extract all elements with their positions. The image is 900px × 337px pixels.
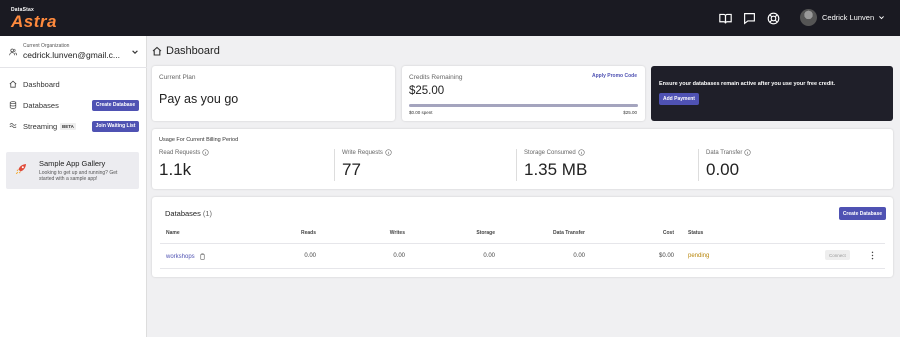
column-header-status[interactable]: Status	[688, 230, 703, 236]
usage-card: Usage For Current Billing Period Read Re…	[152, 129, 893, 189]
metric-read-requests: Read Requests 1.1k	[152, 149, 334, 181]
chevron-down-icon	[132, 50, 138, 54]
database-name-link[interactable]: workshops	[166, 254, 195, 260]
database-name-cell: workshops	[166, 253, 206, 260]
copy-icon[interactable]	[199, 253, 206, 260]
metric-value: 77	[342, 160, 361, 179]
metric-label-text: Write Requests	[342, 149, 383, 156]
chat-icon[interactable]	[737, 6, 761, 30]
home-icon	[152, 46, 162, 56]
sidebar: Current Organization cedrick.lunven@gmai…	[0, 36, 147, 337]
info-icon[interactable]	[744, 149, 751, 156]
cost-cell: $0.00	[658, 253, 674, 259]
metric-label: Write Requests	[342, 149, 392, 156]
column-header-data-transfer[interactable]: Data Transfer	[553, 230, 585, 236]
metric-label: Storage Consumed	[524, 149, 585, 156]
connect-button[interactable]: Connect	[825, 250, 850, 260]
database-icon	[9, 101, 17, 109]
sidebar-item-label: Dashboard	[23, 79, 60, 89]
credits-progress-fill	[409, 104, 638, 107]
sidebar-item-label: Databases	[23, 100, 59, 110]
metric-label: Data Transfer	[706, 149, 751, 156]
databases-card: Databases (1) Create Database Name Reads …	[152, 197, 893, 277]
column-header-writes[interactable]: Writes	[390, 230, 405, 236]
reads-cell: 0.00	[304, 253, 316, 259]
more-options-icon[interactable]	[870, 251, 875, 260]
status-cell: pending	[688, 253, 710, 259]
credits-spent: $0.00 spent	[409, 110, 433, 115]
metric-label-text: Read Requests	[159, 149, 201, 156]
sample-app-gallery[interactable]: Sample App Gallery Looking to get up and…	[6, 152, 139, 189]
info-icon[interactable]	[385, 149, 392, 156]
current-plan-value: Pay as you go	[159, 92, 239, 106]
beta-badge: BETA	[60, 122, 76, 130]
users-icon	[9, 48, 17, 56]
metric-label-text: Storage Consumed	[524, 149, 576, 156]
metric-label-text: Data Transfer	[706, 149, 743, 156]
current-plan-label: Current Plan	[159, 74, 196, 81]
top-bar: DataStax Astra Cedrick Lunven	[0, 0, 900, 36]
create-database-button[interactable]: Create Database	[92, 99, 139, 111]
book-icon[interactable]	[713, 6, 737, 30]
current-plan-card: Current Plan Pay as you go	[152, 66, 395, 121]
storage-cell: 0.00	[483, 253, 495, 259]
help-icon[interactable]	[761, 6, 785, 30]
org-label: Current Organization	[23, 43, 70, 49]
promo-text: Ensure your databases remain active afte…	[659, 81, 836, 87]
metric-value: 1.1k	[159, 160, 192, 179]
table-divider	[160, 243, 885, 244]
metric-write-requests: Write Requests 77	[334, 149, 516, 181]
org-value: cedrick.lunven@gmail.c...	[23, 50, 120, 60]
org-selector[interactable]: Current Organization cedrick.lunven@gmai…	[0, 36, 147, 68]
join-waiting-list-button[interactable]: Join Waiting List	[92, 120, 139, 132]
gallery-title: Sample App Gallery	[39, 159, 106, 168]
add-payment-button[interactable]: Add Payment	[659, 93, 699, 105]
credits-max: $25.00	[623, 110, 637, 115]
column-header-storage[interactable]: Storage	[476, 230, 495, 236]
payment-promo-card: Ensure your databases remain active afte…	[651, 66, 893, 121]
avatar	[800, 9, 817, 26]
page-header: Dashboard	[152, 45, 220, 57]
metric-value: 1.35 MB	[524, 160, 588, 179]
create-database-button[interactable]: Create Database	[838, 207, 886, 220]
sidebar-item-streaming[interactable]: Streaming BETA Join Waiting List	[0, 117, 147, 135]
metric-value: 0.00	[706, 160, 740, 179]
user-name: Cedrick Lunven	[822, 13, 875, 22]
info-icon[interactable]	[202, 149, 209, 156]
sidebar-item-label: Streaming	[23, 121, 58, 131]
gallery-text: Looking to get up and running? Get start…	[39, 170, 118, 182]
rocket-icon	[15, 164, 26, 175]
column-header-name[interactable]: Name	[166, 230, 180, 236]
credits-progress-bar	[409, 104, 638, 107]
metric-storage-consumed: Storage Consumed 1.35 MB	[516, 149, 698, 181]
table-divider	[160, 268, 885, 269]
page-title: Dashboard	[166, 45, 220, 57]
logo-astra: Astra	[11, 12, 57, 31]
data-transfer-cell: 0.00	[573, 253, 585, 259]
metric-label: Read Requests	[159, 149, 209, 156]
column-header-reads[interactable]: Reads	[301, 230, 316, 236]
apply-promo-code-link[interactable]: Apply Promo Code	[592, 73, 637, 79]
credits-card: Credits Remaining Apply Promo Code $25.0…	[402, 66, 645, 121]
writes-cell: 0.00	[393, 253, 405, 259]
info-icon[interactable]	[578, 149, 585, 156]
metric-data-transfer: Data Transfer 0.00	[698, 149, 888, 181]
sidebar-item-databases[interactable]: Databases Create Database	[0, 96, 147, 114]
astra-logo[interactable]: DataStax Astra	[11, 7, 57, 30]
credits-value: $25.00	[409, 85, 445, 97]
credits-label: Credits Remaining	[409, 74, 463, 81]
databases-title-text: Databases	[165, 209, 201, 218]
databases-title: Databases (1)	[165, 209, 212, 218]
usage-title: Usage For Current Billing Period	[159, 137, 239, 143]
column-header-cost[interactable]: Cost	[663, 230, 674, 236]
chevron-down-icon	[879, 16, 885, 20]
user-menu[interactable]: Cedrick Lunven	[800, 9, 885, 26]
databases-count: (1)	[202, 209, 213, 218]
sidebar-item-dashboard[interactable]: Dashboard	[0, 75, 147, 93]
stream-icon	[9, 123, 17, 129]
home-icon	[9, 80, 17, 88]
